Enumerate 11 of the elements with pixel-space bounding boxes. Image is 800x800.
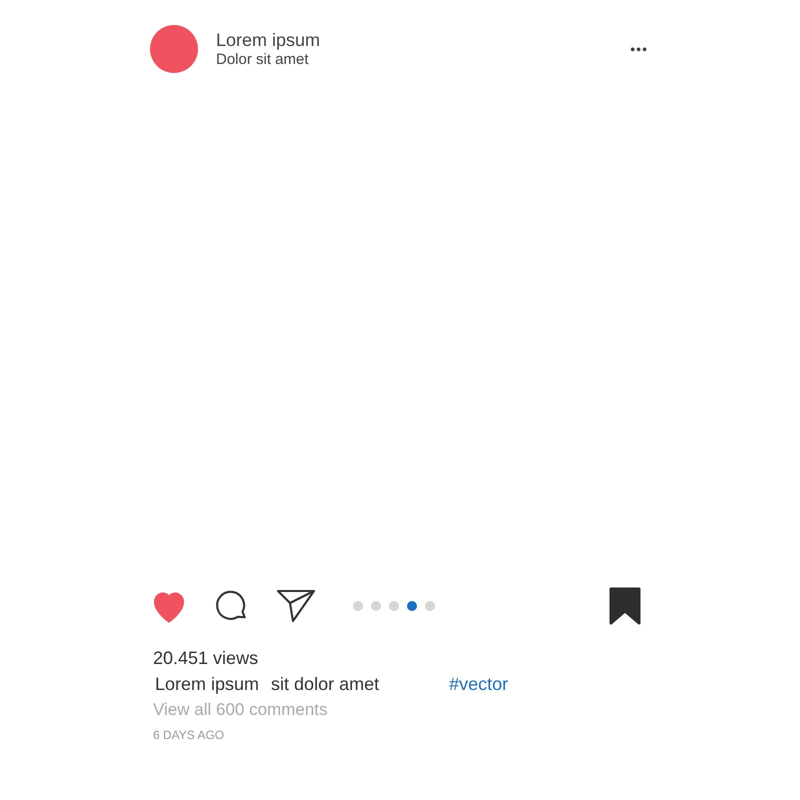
more-menu-button[interactable]: ••• <box>630 42 648 56</box>
hashtag-link[interactable]: #vector <box>449 670 508 698</box>
post-time: 6 DAYS AGO <box>153 727 226 744</box>
author-subtitle: Dolor sit amet <box>216 51 310 69</box>
author-name: Lorem ipsum <box>216 29 320 51</box>
caption-user: Lorem ipsum <box>155 673 260 696</box>
avatar <box>150 25 198 73</box>
caption-text: sit dolor amet <box>271 673 380 696</box>
views-count: 20.451 views <box>153 647 260 670</box>
paper-plane-icon[interactable] <box>276 588 316 624</box>
bookmark-icon[interactable] <box>608 587 642 625</box>
